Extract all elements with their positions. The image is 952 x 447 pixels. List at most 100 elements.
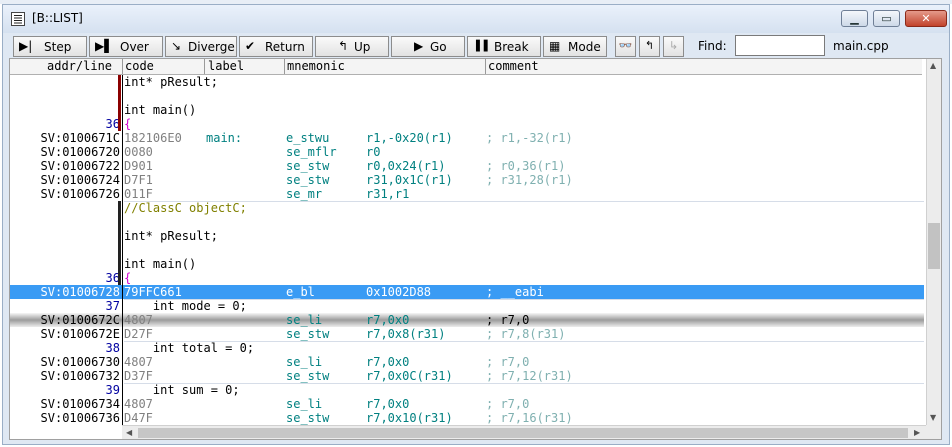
asm-comment: ; r7,0 — [486, 355, 530, 369]
line-number: 36 — [105, 117, 120, 131]
operands: r7,0x0C(r31) — [366, 369, 453, 383]
opcode-hex: 4807 — [124, 397, 153, 411]
find-label: Find: — [698, 39, 727, 53]
go-button[interactable]: ▶ Go — [391, 36, 465, 57]
col-separator[interactable] — [284, 59, 285, 74]
operands: r31,r1 — [366, 187, 410, 201]
up-stack-button[interactable]: ↰ — [639, 36, 660, 57]
return-button[interactable]: ✔ Return — [239, 36, 313, 57]
asm-row[interactable]: SV:01006726 011F se_mr r31,r1 — [10, 187, 924, 201]
source-row[interactable]: 36 { — [10, 117, 924, 131]
asm-row[interactable]: SV:01006728 79FFC661 e_bl 0x1002D88 ; __eabi — [10, 285, 924, 299]
col-addr-line[interactable]: addr/line — [47, 59, 112, 73]
opcode-hex: 0080 — [124, 145, 153, 159]
address: SV:01006732 — [40, 369, 120, 383]
asm-comment: ; r1,-32(r1) — [486, 131, 573, 145]
scroll-left-icon[interactable]: ◀ — [126, 428, 132, 437]
source-row[interactable]: 38 int total = 0; — [10, 341, 924, 355]
break-button[interactable]: ▌▌ Break — [467, 36, 541, 57]
return-label: Return — [265, 40, 305, 54]
mode-button[interactable]: ▦ Mode — [543, 36, 607, 57]
source-row[interactable]: //ClassC objectC; — [10, 201, 924, 215]
mnemonic: e_stwu — [286, 131, 330, 145]
source-text: int sum = 0; — [124, 383, 240, 397]
asm-comment: ; r7,12(r31) — [486, 369, 573, 383]
source-text: int* pResult; — [124, 229, 218, 243]
scroll-up-icon[interactable]: ▲ — [930, 61, 936, 70]
down-stack-button[interactable]: ↳ — [663, 36, 684, 57]
opcode-hex: 4807 — [124, 355, 153, 369]
asm-row[interactable]: SV:0100672E D27F se_stw r7,0x8(r31) ; r7,8(r… — [10, 327, 924, 341]
scroll-corner — [926, 425, 941, 439]
mnemonic: se_stw — [286, 327, 330, 341]
over-label: Over — [120, 40, 149, 54]
step-button[interactable]: ▶| Step — [13, 36, 87, 57]
col-mnemonic[interactable]: mnemonic — [287, 59, 345, 73]
list-window: [B::LIST] ▁ ▭ ✕ ▶| Step ▶▌ Over ↘ Diverg… — [2, 4, 950, 445]
source-row[interactable]: int main() — [10, 257, 924, 271]
go-icon: ▶ — [414, 39, 424, 53]
source-row[interactable]: 39 int sum = 0; — [10, 383, 924, 397]
horizontal-scroll-thumb[interactable] — [138, 428, 908, 438]
maximize-icon: ▭ — [881, 12, 892, 25]
scroll-right-icon[interactable]: ▶ — [914, 428, 920, 437]
mnemonic: se_stw — [286, 173, 330, 187]
source-row[interactable]: int main() — [10, 103, 924, 117]
mnemonic: se_stw — [286, 411, 330, 425]
source-row[interactable]: int* pResult; — [10, 229, 924, 243]
vertical-scroll-thumb[interactable] — [928, 223, 940, 269]
maximize-button[interactable]: ▭ — [873, 10, 900, 27]
horizontal-scrollbar[interactable]: ◀ ▶ — [122, 425, 926, 439]
break-icon: ▌▌ — [476, 41, 492, 52]
mnemonic: se_li — [286, 355, 323, 369]
over-button[interactable]: ▶▌ Over — [89, 36, 163, 57]
close-button[interactable]: ✕ — [905, 10, 947, 27]
source-row[interactable]: 37 int mode = 0; — [10, 299, 924, 313]
asm-row[interactable]: SV:01006734 4807 se_li r7,0x0 ; r7,0 — [10, 397, 924, 411]
address: SV:01006736 — [40, 411, 120, 425]
line-number: 36 — [105, 271, 120, 285]
find-input[interactable] — [735, 35, 825, 56]
asm-comment: ; r7,8(r31) — [486, 327, 566, 341]
breakpoint-marker[interactable] — [118, 75, 121, 131]
asm-row[interactable]: SV:0100671C 182106E0 main: e_stwu r1,-0x20(r… — [10, 131, 924, 145]
source-row[interactable] — [10, 215, 924, 229]
scroll-down-icon[interactable]: ▼ — [930, 413, 936, 422]
col-separator[interactable] — [122, 59, 123, 74]
source-row[interactable]: int* pResult; — [10, 75, 924, 89]
source-comment: //ClassC objectC; — [124, 201, 247, 215]
col-separator[interactable] — [485, 59, 486, 74]
asm-row[interactable]: SV:01006720 0080 se_mflr r0 — [10, 145, 924, 159]
source-row[interactable] — [10, 243, 924, 257]
asm-row[interactable]: SV:01006730 4807 se_li r7,0x0 ; r7,0 — [10, 355, 924, 369]
asm-row[interactable]: SV:0100672C 4807 se_li r7,0x0 ; r7,0 — [10, 313, 924, 327]
asm-row[interactable]: SV:01006724 D7F1 se_stw r31,0x1C(r1) ; r31,2… — [10, 173, 924, 187]
address: SV:0100672C — [40, 313, 120, 327]
source-text: int total = 0; — [124, 341, 255, 355]
diverge-button[interactable]: ↘ Diverge — [165, 36, 237, 57]
glasses-button[interactable]: 👓 — [615, 36, 636, 57]
line-number: 38 — [105, 341, 120, 355]
mnemonic: se_mflr — [286, 145, 337, 159]
asm-comment: ; r0,36(r1) — [486, 159, 566, 173]
col-separator[interactable] — [204, 59, 205, 74]
operands: r7,0x0 — [366, 355, 410, 369]
vertical-scrollbar[interactable]: ▲ ▼ — [926, 59, 941, 425]
asm-row[interactable]: SV:01006722 D901 se_stw r0,0x24(r1) ; r0,36(… — [10, 159, 924, 173]
asm-row[interactable]: SV:01006732 D37F se_stw r7,0x0C(r31) ; r7,12… — [10, 369, 924, 383]
minimize-button[interactable]: ▁ — [841, 10, 868, 27]
col-code[interactable]: code — [125, 59, 154, 73]
source-row[interactable] — [10, 89, 924, 103]
col-comment[interactable]: comment — [488, 59, 539, 73]
file-name: main.cpp — [833, 39, 889, 53]
source-text: int mode = 0; — [124, 299, 247, 313]
asm-row[interactable]: SV:01006736 D47F se_stw r7,0x10(r31) ; r7,16… — [10, 411, 924, 425]
opcode-hex: D901 — [124, 159, 153, 173]
operands: r31,0x1C(r1) — [366, 173, 453, 187]
title-bar[interactable]: [B::LIST] ▁ ▭ ✕ — [3, 5, 949, 33]
address: SV:01006722 — [40, 159, 120, 173]
step-icon: ▶| — [19, 39, 33, 53]
up-button[interactable]: ↰ Up — [315, 36, 389, 57]
source-row[interactable]: 36 { — [10, 271, 924, 285]
col-label[interactable]: label — [208, 59, 244, 73]
